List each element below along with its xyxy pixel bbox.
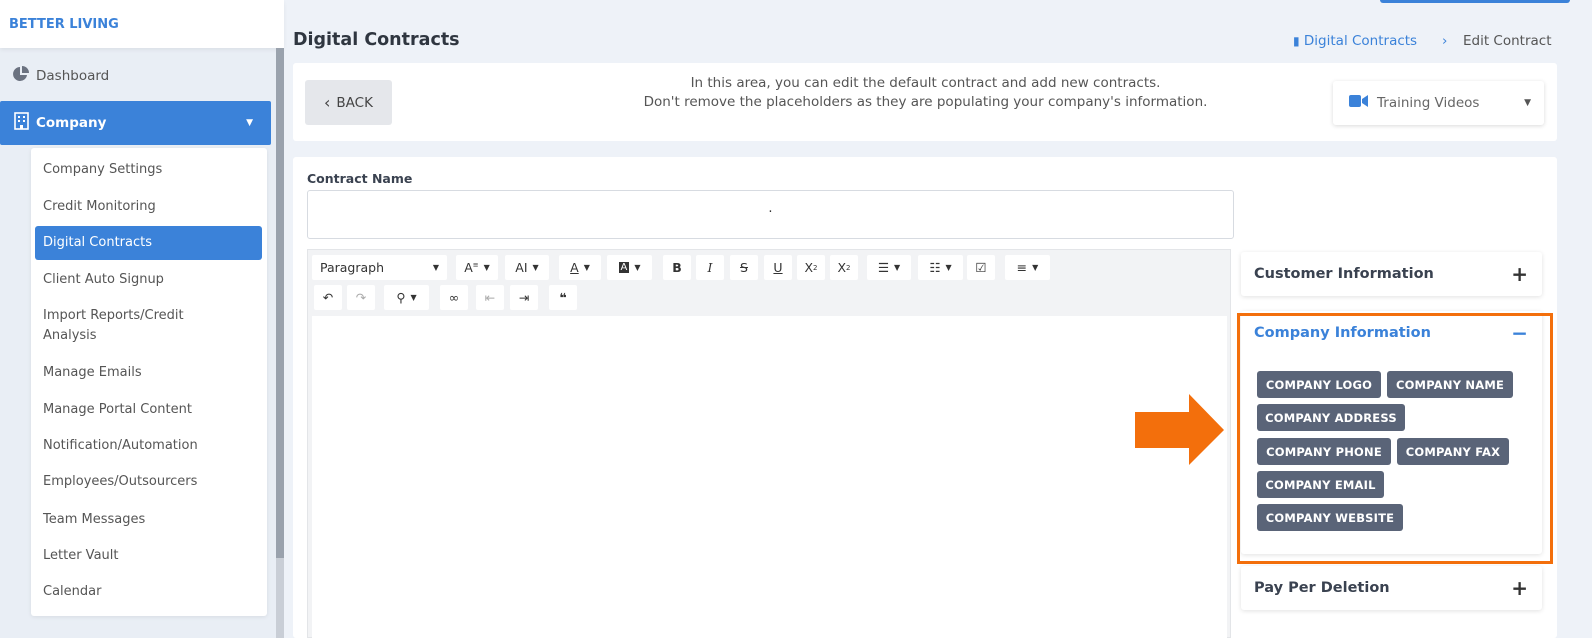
font-family-button[interactable]: AI ▼ xyxy=(505,255,549,280)
chevron-down-icon: ▼ xyxy=(894,263,901,272)
chevron-down-icon: ▼ xyxy=(583,263,590,272)
customer-information-panel: Customer Information + xyxy=(1241,252,1542,296)
todo-list-icon[interactable]: ☑ xyxy=(967,255,995,280)
numbered-list-button[interactable]: ☷ ▼ xyxy=(918,255,963,280)
chevron-down-icon: ▼ xyxy=(634,263,641,272)
pie-chart-icon xyxy=(12,65,30,87)
caret-down-icon: ▼ xyxy=(1524,98,1531,108)
submenu-item-digital-contracts[interactable]: Digital Contracts xyxy=(35,226,262,260)
font-size-icon: A≡ xyxy=(464,260,479,275)
breadcrumb-current: Edit Contract xyxy=(1463,33,1552,49)
font-color-button[interactable]: A ▼ xyxy=(559,255,601,280)
submenu-item-notification-automation[interactable]: Notification/Automation xyxy=(35,436,262,456)
sidebar-item-company[interactable]: Company ▼ xyxy=(0,101,271,145)
sidebar-item-label: Company xyxy=(36,115,107,131)
company-submenu: Company Settings Credit Monitoring Digit… xyxy=(31,148,267,616)
editor-toolbar: Paragraph ▼ A≡ ▼ AI ▼ A ▼ A ▼ B I S U X2 X2 … xyxy=(308,250,1230,316)
undo-icon[interactable]: ↶ xyxy=(314,285,342,310)
chevron-down-icon: ▼ xyxy=(432,263,439,272)
document-icon: ▮ xyxy=(1293,34,1300,48)
brand-logo[interactable]: BETTER LIVING xyxy=(0,0,284,48)
editor-content-area[interactable] xyxy=(312,316,1227,638)
bulleted-list-icon: ☰ xyxy=(877,260,890,275)
chevron-down-icon: ▼ xyxy=(532,263,539,272)
training-videos-label: Training Videos xyxy=(1377,95,1480,111)
superscript-icon[interactable]: X2 xyxy=(830,255,858,280)
italic-icon[interactable]: I xyxy=(696,255,724,280)
chevron-down-icon: ▼ xyxy=(410,293,417,302)
plus-icon: + xyxy=(1511,262,1528,286)
rich-text-editor: Paragraph ▼ A≡ ▼ AI ▼ A ▼ A ▼ B I S U X2 X2 … xyxy=(307,249,1231,638)
highlight-box xyxy=(1237,313,1553,564)
submenu-item-manage-portal-content[interactable]: Manage Portal Content xyxy=(35,400,262,420)
breadcrumb-link[interactable]: ▮ Digital Contracts xyxy=(1293,33,1417,49)
submenu-item-company-settings[interactable]: Company Settings xyxy=(35,160,262,180)
customer-information-header[interactable]: Customer Information + xyxy=(1241,252,1542,296)
contract-name-input[interactable]: . xyxy=(307,190,1234,239)
background-color-button[interactable]: A ▼ xyxy=(607,255,652,280)
pay-per-deletion-panel: Pay Per Deletion + xyxy=(1241,566,1542,610)
sidebar-item-label: Dashboard xyxy=(36,68,110,84)
font-size-button[interactable]: A≡ ▼ xyxy=(456,255,498,280)
chevron-right-icon: › xyxy=(1442,33,1448,49)
link-icon[interactable]: ∞ xyxy=(440,285,468,310)
block-format-value: Paragraph xyxy=(320,260,385,275)
submenu-item-employees-outsourcers[interactable]: Employees/Outsourcers xyxy=(35,472,262,492)
chevron-left-icon: ‹ xyxy=(324,92,331,112)
submenu-item-calendar[interactable]: Calendar xyxy=(35,582,262,602)
subscript-icon[interactable]: X2 xyxy=(797,255,825,280)
blockquote-icon[interactable]: ❝ xyxy=(549,285,577,310)
info-text: In this area, you can edit the default c… xyxy=(633,74,1218,111)
contract-name-label: Contract Name xyxy=(307,171,413,186)
sidebar-item-dashboard[interactable]: Dashboard xyxy=(0,60,271,92)
bulleted-list-button[interactable]: ☰ ▼ xyxy=(867,255,911,280)
back-button[interactable]: ‹ BACK xyxy=(305,80,392,125)
info-line-1: In this area, you can edit the default c… xyxy=(690,75,1161,91)
scrollbar-thumb[interactable] xyxy=(276,48,284,558)
panel-title: Pay Per Deletion xyxy=(1254,580,1390,596)
chevron-down-icon: ▼ xyxy=(1032,263,1039,272)
submenu-item-client-auto-signup[interactable]: Client Auto Signup xyxy=(35,270,262,290)
background-color-icon: A xyxy=(618,262,630,273)
breadcrumb-link-label: Digital Contracts xyxy=(1303,33,1418,49)
underline-icon[interactable]: U xyxy=(764,255,792,280)
submenu-item-credit-monitoring[interactable]: Credit Monitoring xyxy=(35,197,262,217)
font-color-icon: A xyxy=(570,260,579,275)
indent-icon[interactable]: ⇥ xyxy=(510,285,538,310)
back-button-label: BACK xyxy=(336,94,373,111)
submenu-item-letter-vault[interactable]: Letter Vault xyxy=(35,546,262,566)
chevron-down-icon: ▼ xyxy=(483,263,490,272)
submenu-item-import-reports[interactable]: Import Reports/Credit Analysis xyxy=(35,306,235,346)
building-icon xyxy=(13,112,30,134)
find-replace-button[interactable]: ⚲ ▼ xyxy=(384,285,429,310)
submenu-item-team-messages[interactable]: Team Messages xyxy=(35,510,262,530)
numbered-list-icon: ☷ xyxy=(929,260,941,275)
caret-down-icon: ▼ xyxy=(246,118,253,128)
submenu-item-manage-emails[interactable]: Manage Emails xyxy=(35,363,262,383)
video-camera-icon xyxy=(1349,95,1368,111)
alignment-button[interactable]: ≡ ▼ xyxy=(1005,255,1050,280)
outdent-icon[interactable]: ⇤ xyxy=(476,285,504,310)
block-format-dropdown[interactable]: Paragraph ▼ xyxy=(312,255,447,280)
find-replace-icon: ⚲ xyxy=(396,290,406,305)
info-bar: ‹ BACK In this area, you can edit the de… xyxy=(293,63,1557,141)
page-title: Digital Contracts xyxy=(293,30,460,50)
strikethrough-icon[interactable]: S xyxy=(730,255,758,280)
top-accent-bar xyxy=(1380,0,1570,3)
orange-arrow-icon xyxy=(1135,394,1224,465)
plus-icon: + xyxy=(1511,576,1528,600)
chevron-down-icon: ▼ xyxy=(945,263,952,272)
redo-icon[interactable]: ↷ xyxy=(347,285,375,310)
training-videos-dropdown[interactable]: Training Videos ▼ xyxy=(1333,81,1544,125)
info-line-2: Don't remove the placeholders as they ar… xyxy=(643,93,1208,110)
sidebar: BETTER LIVING Dashboard Company ▼ Compan… xyxy=(0,0,284,638)
font-family-icon: AI xyxy=(515,260,528,275)
pay-per-deletion-header[interactable]: Pay Per Deletion + xyxy=(1241,566,1542,610)
bold-icon[interactable]: B xyxy=(663,255,691,280)
panel-title: Customer Information xyxy=(1254,266,1434,282)
align-left-icon: ≡ xyxy=(1016,260,1028,275)
